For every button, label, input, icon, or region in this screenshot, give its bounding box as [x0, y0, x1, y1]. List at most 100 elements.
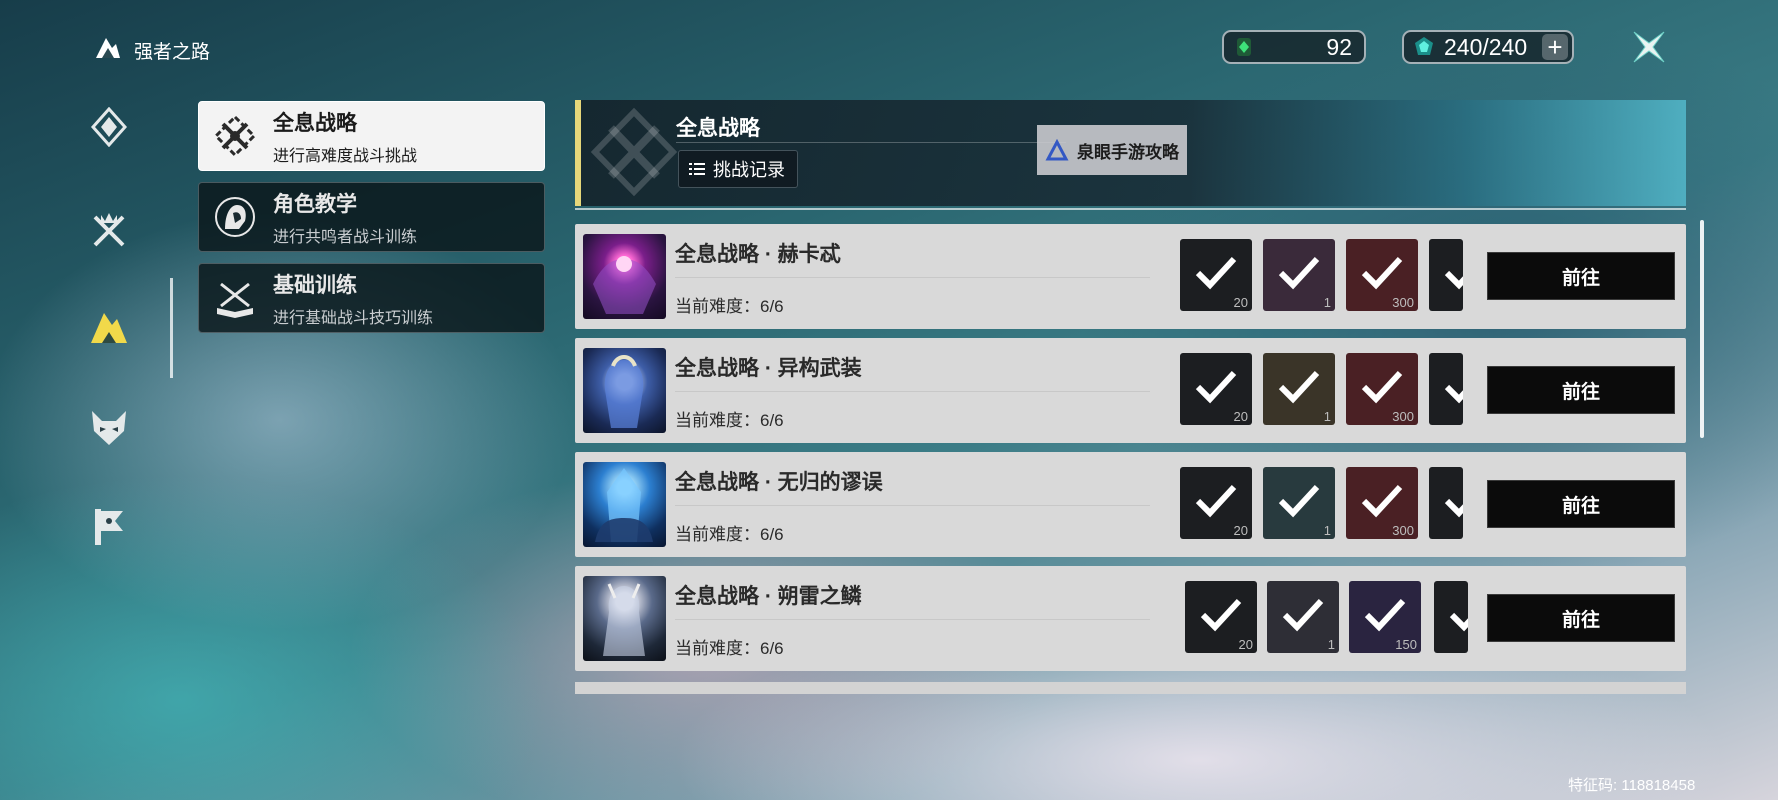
- challenge-record-button[interactable]: 挑战记录: [678, 150, 798, 188]
- demon-mask-icon: [92, 411, 126, 445]
- list-icon: [689, 163, 705, 175]
- rail-item-3-active[interactable]: [82, 301, 136, 355]
- banner-icon: [95, 509, 123, 545]
- reward-count: 300: [1392, 409, 1414, 424]
- menu-title: 全息战略: [273, 111, 357, 135]
- row-divider: [675, 277, 1150, 278]
- menu-subtitle: 进行高难度战斗挑战: [273, 147, 418, 165]
- check-icon: [1278, 256, 1320, 290]
- page-title: 强者之路: [134, 41, 211, 63]
- header-bottom-line: [575, 208, 1686, 210]
- challenge-title: 全息战略 · 无归的谬误: [675, 471, 883, 494]
- challenge-title: 全息战略 · 赫卡忒: [675, 243, 841, 266]
- check-icon: [1195, 370, 1237, 404]
- list-item[interactable]: 全息战略 · 赫卡忒 当前难度：6/6 20 1 300 前往: [575, 224, 1686, 329]
- rail-item-4[interactable]: [82, 401, 136, 455]
- book-swords-icon: [211, 274, 259, 322]
- row-divider: [675, 391, 1150, 392]
- menu-item-basic-training[interactable]: 基础训练 进行基础战斗技巧训练: [198, 263, 545, 333]
- go-button[interactable]: 前往: [1487, 252, 1675, 300]
- go-button[interactable]: 前往: [1487, 366, 1675, 414]
- row-divider: [675, 505, 1150, 506]
- reward-count: 1: [1327, 637, 1335, 652]
- reward-count: 20: [1233, 523, 1248, 538]
- reward-count: 1: [1323, 409, 1331, 424]
- difficulty-text: 当前难度：6/6: [675, 411, 784, 430]
- check-icon: [1444, 498, 1463, 518]
- rail-item-1[interactable]: [82, 100, 136, 154]
- check-icon: [1200, 598, 1242, 632]
- menu-subtitle: 进行基础战斗技巧训练: [273, 309, 434, 327]
- reward-item-partial[interactable]: [1429, 353, 1463, 425]
- reward-item[interactable]: 1: [1267, 581, 1339, 653]
- teal-gem-icon: [1415, 37, 1433, 55]
- menu-subtitle: 进行共鸣者战斗训练: [273, 228, 418, 246]
- row-divider: [675, 619, 1150, 620]
- check-icon: [1449, 612, 1468, 632]
- check-icon: [1278, 484, 1320, 518]
- check-icon: [1361, 370, 1403, 404]
- reward-item[interactable]: 1: [1263, 467, 1335, 539]
- menu-item-holo-strategy[interactable]: 全息战略 进行高难度战斗挑战: [198, 101, 545, 171]
- menu-item-character-tutorial[interactable]: 角色教学 进行共鸣者战斗训练: [198, 182, 545, 252]
- check-icon: [1361, 484, 1403, 518]
- check-icon: [1278, 370, 1320, 404]
- reward-item[interactable]: 1: [1263, 239, 1335, 311]
- reward-item[interactable]: 300: [1346, 353, 1418, 425]
- app-title: 强者之路: [92, 34, 210, 66]
- rail-active-indicator: [170, 278, 173, 378]
- menu-title: 基础训练: [273, 273, 357, 297]
- reward-item-partial[interactable]: [1429, 467, 1463, 539]
- reward-item[interactable]: 20: [1180, 353, 1252, 425]
- character-portrait-icon: [211, 193, 259, 241]
- go-button[interactable]: 前往: [1487, 594, 1675, 642]
- reward-item[interactable]: 1: [1263, 353, 1335, 425]
- reward-item[interactable]: 20: [1185, 581, 1257, 653]
- reward-item[interactable]: 300: [1346, 239, 1418, 311]
- header-divider: [676, 142, 1066, 143]
- reward-count: 150: [1395, 637, 1417, 652]
- section-title: 全息战略: [676, 117, 760, 140]
- crystal-count: 92: [1326, 33, 1352, 60]
- reward-item[interactable]: 20: [1180, 239, 1252, 311]
- reward-item[interactable]: 150: [1349, 581, 1421, 653]
- close-icon[interactable]: [1628, 26, 1670, 68]
- reward-count: 20: [1233, 295, 1248, 310]
- challenge-title: 全息战略 · 朔雷之鳞: [675, 585, 862, 608]
- reward-count: 1: [1323, 523, 1331, 538]
- menu-title: 角色教学: [273, 192, 357, 216]
- watermark-text: 泉眼手游攻略: [1077, 142, 1179, 162]
- check-icon: [1444, 270, 1463, 290]
- boss-portrait: [583, 576, 666, 661]
- add-energy-button[interactable]: +: [1542, 34, 1568, 60]
- check-icon: [1361, 256, 1403, 290]
- check-icon: [1195, 484, 1237, 518]
- reward-item-partial[interactable]: [1429, 239, 1463, 311]
- list-item[interactable]: 全息战略 · 无归的谬误 当前难度：6/6 20 1 300 前往: [575, 452, 1686, 557]
- challenge-record-label: 挑战记录: [713, 160, 785, 180]
- list-item[interactable]: 全息战略 · 朔雷之鳞 当前难度：6/6 20 1 150 前往: [575, 566, 1686, 671]
- go-button[interactable]: 前往: [1487, 480, 1675, 528]
- reward-item-partial[interactable]: [1434, 581, 1468, 653]
- energy-currency[interactable]: 240/240 +: [1402, 30, 1574, 64]
- list-item[interactable]: 全息战略 · 异构武装 当前难度：6/6 20 1 300 前往: [575, 338, 1686, 443]
- green-crystal-icon: [1237, 38, 1251, 56]
- diamond-compass-icon: [90, 107, 128, 147]
- energy-count: 240/240: [1444, 33, 1528, 60]
- difficulty-text: 当前难度：6/6: [675, 297, 784, 316]
- feature-code: 特征码: 118818458: [1568, 777, 1696, 794]
- rail-item-2[interactable]: [82, 202, 136, 256]
- reward-item[interactable]: 300: [1346, 467, 1418, 539]
- holo-strategy-icon: [211, 112, 259, 160]
- rail-item-5[interactable]: [82, 500, 136, 554]
- list-scrollbar[interactable]: [1700, 220, 1704, 438]
- reward-count: 300: [1392, 295, 1414, 310]
- difficulty-text: 当前难度：6/6: [675, 639, 784, 658]
- boss-portrait: [583, 348, 666, 433]
- check-icon: [1444, 384, 1463, 404]
- reward-count: 300: [1392, 523, 1414, 538]
- reward-item[interactable]: 20: [1180, 467, 1252, 539]
- watermark: 泉眼手游攻略: [1037, 125, 1187, 175]
- crystal-currency[interactable]: 92: [1222, 30, 1366, 64]
- check-icon: [1364, 598, 1406, 632]
